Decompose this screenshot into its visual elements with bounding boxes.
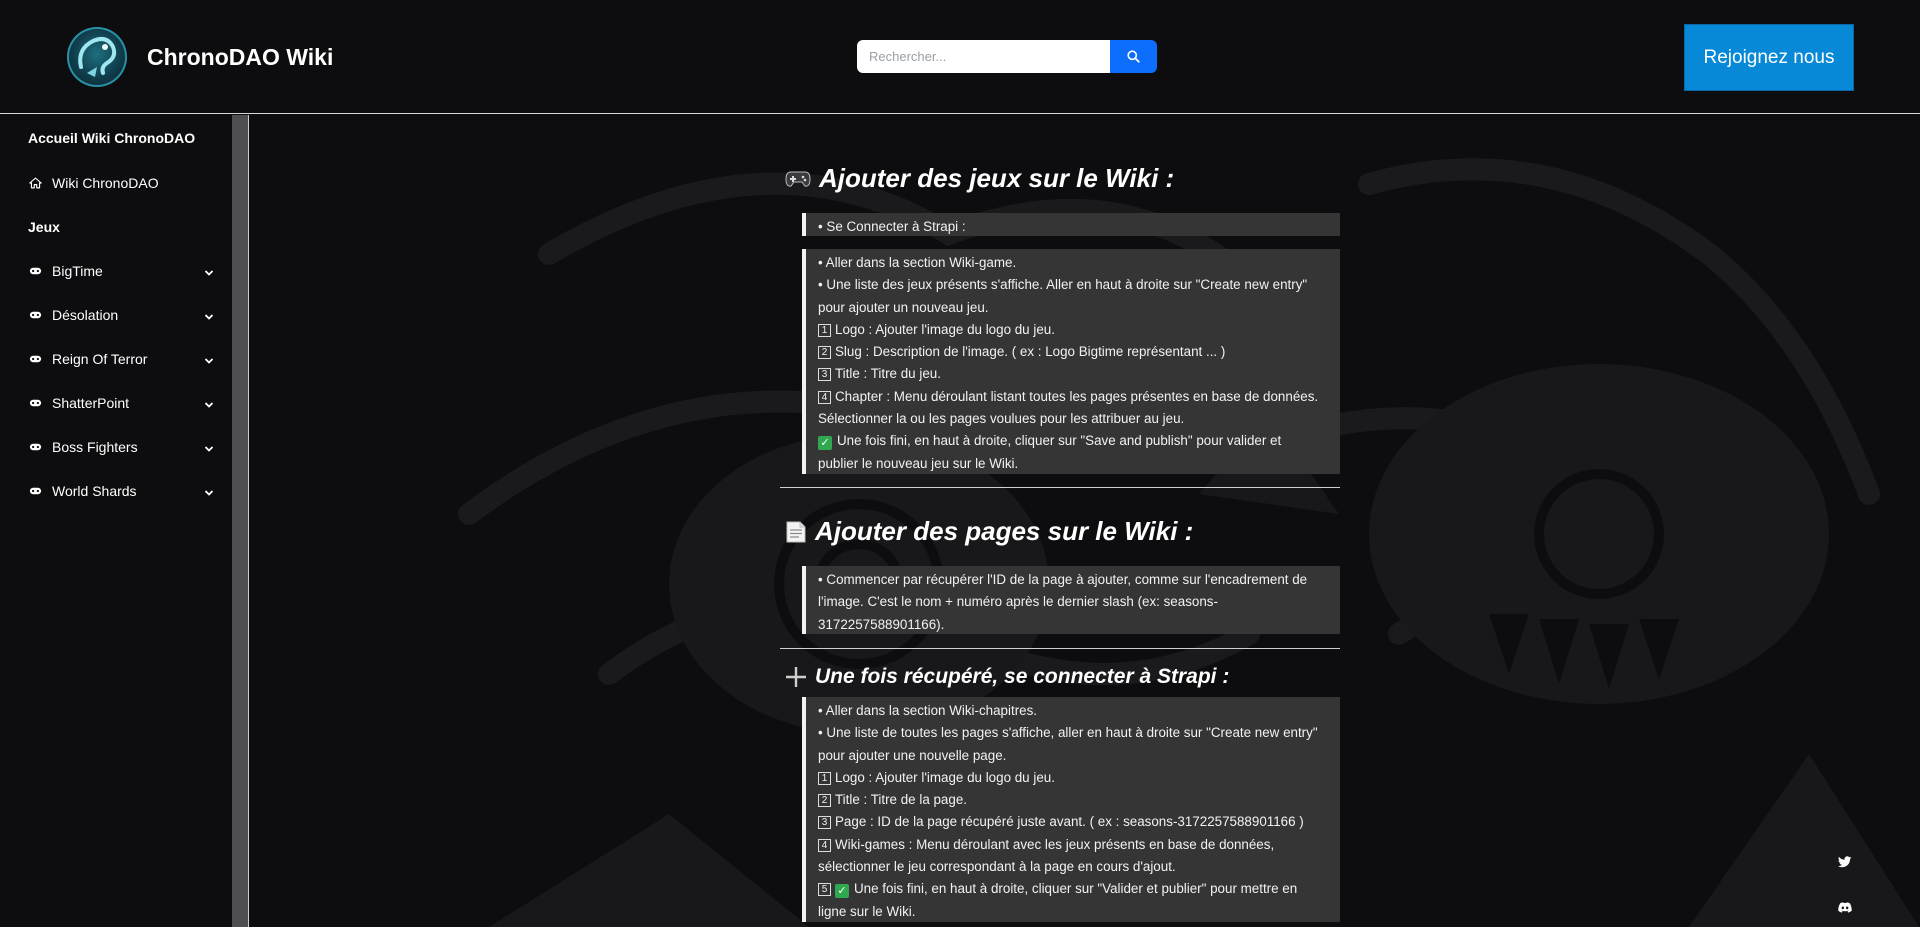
section-title-add-games: Ajouter des jeux sur le Wiki : (785, 163, 1174, 194)
number-1-badge: 1 (818, 323, 831, 337)
number-4-badge: 4 (818, 838, 831, 852)
plus-icon (785, 666, 807, 688)
chronodao-logo[interactable] (67, 27, 127, 87)
chevron-down-icon[interactable] (204, 484, 214, 500)
sidebar-item-wiki-home[interactable]: Wiki ChronoDAO (28, 172, 214, 194)
info-line: pour ajouter un nouveau jeu. (818, 299, 989, 315)
sidebar-item-label: ShatterPoint (52, 395, 130, 411)
section-divider (780, 487, 1340, 488)
section-title-text: Une fois récupéré, se connecter à Strapi… (815, 665, 1230, 688)
info-box-add-games-steps: • Aller dans la section Wiki-game. • Une… (802, 249, 1340, 474)
gamepad-icon (785, 170, 811, 188)
home-icon (28, 177, 42, 189)
check-mark-icon: ✓ (835, 884, 849, 899)
search-input[interactable] (857, 40, 1110, 73)
chevron-down-icon[interactable] (204, 396, 214, 412)
gamepad-icon (28, 443, 42, 451)
section-title-text: Ajouter des pages sur le Wiki : (815, 516, 1194, 546)
number-2-badge: 2 (818, 794, 831, 808)
sidebar-heading-games: Jeux (28, 219, 60, 235)
gamepad-icon (28, 487, 42, 495)
page-icon (785, 520, 807, 544)
number-2-badge: 2 (818, 346, 831, 360)
info-line: • Commencer par récupérer l'ID de la pag… (818, 572, 1308, 587)
chevron-down-icon[interactable] (204, 440, 214, 456)
chevron-down-icon[interactable] (204, 308, 214, 324)
info-line: 1 Logo : Ajouter l'image du logo du jeu. (818, 767, 1336, 789)
info-line: 5 ✓ Une fois fini, en haut à droite, cliqu… (818, 878, 1336, 900)
sidebar: Accueil Wiki ChronoDAO Wiki ChronoDAO Je… (0, 115, 232, 927)
chevron-down-icon[interactable] (204, 264, 214, 280)
sidebar-item-label: Désolation (52, 307, 119, 323)
number-5-badge: 5 (818, 883, 831, 897)
sidebar-item-label: World Shards (52, 483, 137, 499)
info-box-add-pages-steps: • Aller dans la section Wiki-chapitres. … (802, 697, 1340, 922)
info-box-page-id: • Commencer par récupérer l'ID de la pag… (802, 566, 1340, 634)
info-line: • Une liste de toutes les pages s'affich… (818, 725, 1318, 741)
sidebar-scrollbar[interactable] (232, 115, 248, 927)
info-box-connect-strapi: • Se Connecter à Strapi : (802, 213, 1340, 236)
info-line: 3172257588901166). (818, 616, 945, 632)
number-1-badge: 1 (818, 771, 831, 785)
section-divider (780, 648, 1340, 649)
info-line: pour ajouter une nouvelle page. (818, 747, 1007, 763)
sidebar-item-label: Boss Fighters (52, 439, 138, 455)
info-line: publier le nouveau jeu sur le Wiki. (818, 455, 1019, 471)
gamepad-icon (28, 267, 42, 275)
site-title[interactable]: ChronoDAO Wiki (147, 44, 333, 71)
discord-icon[interactable] (1838, 900, 1852, 918)
sidebar-item-boss-fighters[interactable]: Boss Fighters (28, 436, 214, 458)
gamepad-icon (28, 399, 42, 407)
info-line: 4 Wiki-games : Menu déroulant avec les je… (818, 834, 1336, 856)
sidebar-item-desolation[interactable]: Désolation (28, 304, 214, 326)
section-title-add-pages: Ajouter des pages sur le Wiki : (785, 516, 1193, 547)
info-line: sélectionner le jeu correspondant à la p… (818, 859, 1176, 875)
sidebar-heading-home[interactable]: Accueil Wiki ChronoDAO (28, 130, 195, 146)
info-line: ✓ Une fois fini, en haut à droite, clique… (818, 430, 1336, 452)
chevron-down-icon[interactable] (204, 352, 214, 368)
info-line: 3 Page : ID de la page récupéré juste ava… (818, 811, 1336, 833)
top-header: ChronoDAO Wiki Rejoignez nous (0, 0, 1920, 114)
info-line: 2 Slug : Description de l'image. ( ex : L… (818, 341, 1336, 363)
number-4-badge: 4 (818, 390, 831, 404)
info-line: 2 Title : Titre de la page. (818, 789, 1336, 811)
info-line: 1 Logo : Ajouter l'image du logo du jeu. (818, 319, 1336, 341)
gamepad-icon (28, 355, 42, 363)
info-line: 4 Chapter : Menu déroulant listant toutes… (818, 386, 1336, 408)
info-line: • Se Connecter à Strapi : (818, 219, 966, 234)
sidebar-item-bigtime[interactable]: BigTime (28, 260, 214, 282)
twitter-icon[interactable] (1838, 855, 1852, 873)
search-button[interactable] (1110, 40, 1157, 73)
section-title-text: Ajouter des jeux sur le Wiki : (819, 163, 1175, 193)
sidebar-item-label: Reign Of Terror (52, 351, 148, 367)
info-line: l'image. C'est le nom + numéro après le … (818, 594, 1218, 610)
gamepad-icon (28, 311, 42, 319)
sidebar-divider (248, 115, 249, 927)
number-3-badge: 3 (818, 368, 831, 382)
info-line: • Aller dans la section Wiki-chapitres. (818, 703, 1038, 718)
info-line: • Aller dans la section Wiki-game. (818, 255, 1017, 270)
sidebar-item-label: Wiki ChronoDAO (52, 175, 159, 191)
section-title-connect-strapi: Une fois récupéré, se connecter à Strapi… (785, 665, 1229, 689)
sidebar-item-shatterpoint[interactable]: ShatterPoint (28, 392, 214, 414)
number-3-badge: 3 (818, 816, 831, 830)
info-line: Sélectionner la ou les pages voulues pou… (818, 411, 1185, 427)
search-bar (857, 40, 1157, 73)
info-line: • Une liste des jeux présents s'affiche.… (818, 277, 1308, 293)
search-icon (1127, 50, 1140, 63)
sidebar-item-label: BigTime (52, 263, 103, 279)
info-line: 3 Title : Titre du jeu. (818, 363, 1336, 385)
sidebar-item-reign-of-terror[interactable]: Reign Of Terror (28, 348, 214, 370)
sidebar-item-world-shards[interactable]: World Shards (28, 480, 214, 502)
info-line: ligne sur le Wiki. (818, 903, 916, 919)
check-mark-icon: ✓ (818, 436, 832, 451)
join-button[interactable]: Rejoignez nous (1684, 24, 1854, 91)
